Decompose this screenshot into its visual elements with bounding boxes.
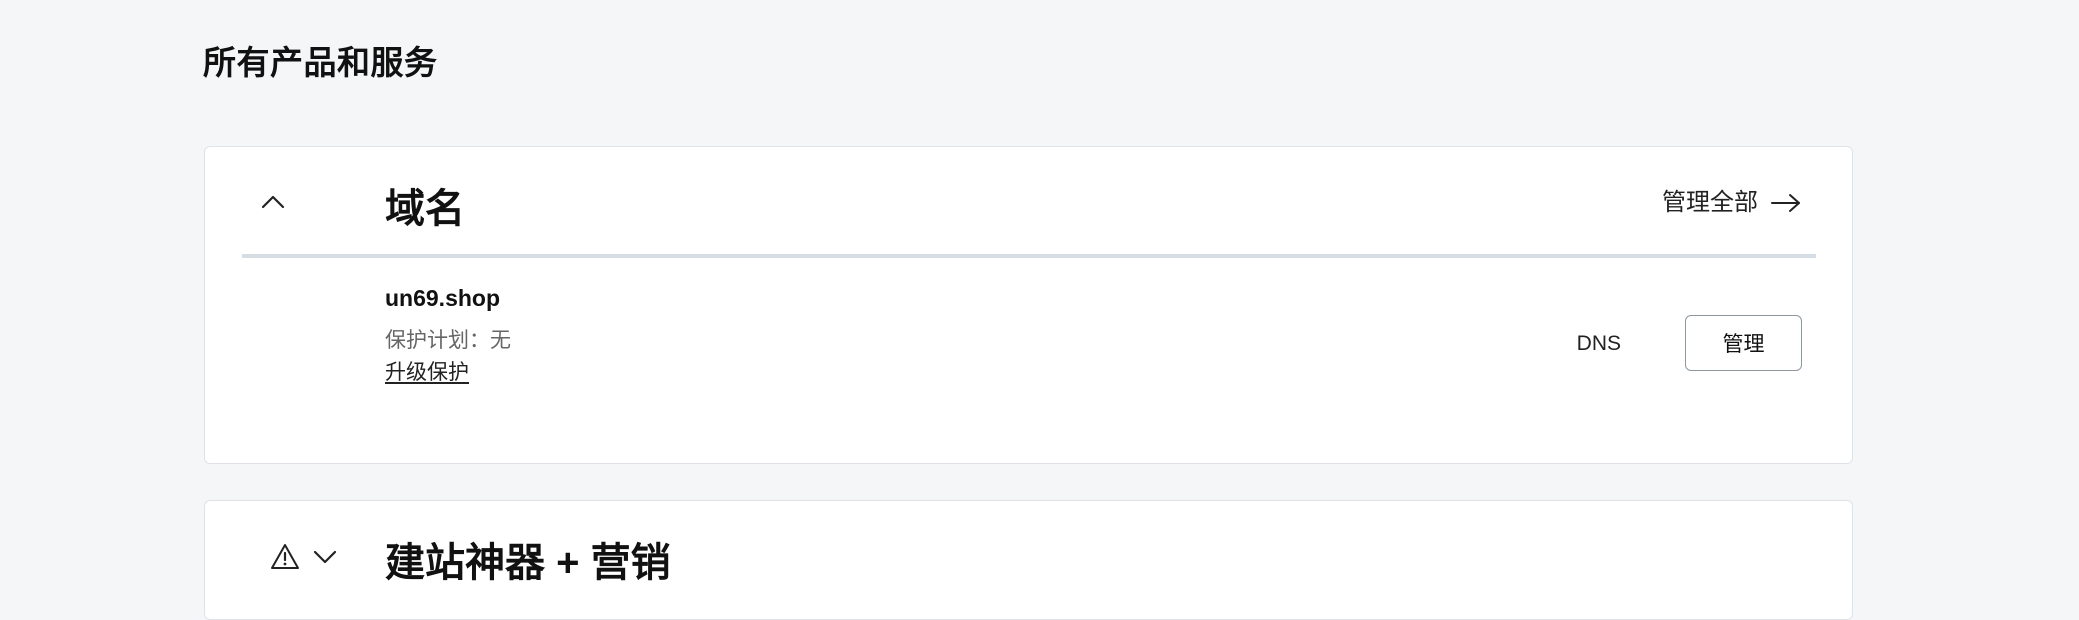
manage-all-label: 管理全部: [1662, 189, 1758, 216]
chevron-down-icon: [313, 550, 337, 564]
chevron-up-icon: [261, 195, 285, 209]
manage-all-link[interactable]: 管理全部: [1662, 187, 1802, 219]
domain-name[interactable]: un69.shop: [385, 283, 500, 313]
section-divider: [242, 254, 1816, 258]
manage-domain-button[interactable]: 管理: [1685, 315, 1802, 371]
domains-section-title: 域名: [385, 187, 465, 231]
builder-section-title: 建站神器 + 营销: [385, 541, 671, 585]
protection-plan-text: 保护计划：无: [385, 329, 511, 352]
website-builder-card: 建站神器 + 营销: [204, 500, 1853, 620]
warning-triangle-icon: [269, 541, 301, 573]
page-title: 所有产品和服务: [203, 44, 438, 81]
domain-list-item: un69.shop 保护计划：无 升级保护 DNS 管理: [385, 283, 1802, 423]
upgrade-protection-link[interactable]: 升级保护: [385, 359, 469, 387]
collapse-domains-button[interactable]: [255, 184, 291, 220]
arrow-right-icon: [1771, 194, 1800, 212]
expand-builder-button[interactable]: [307, 539, 343, 575]
dns-link[interactable]: DNS: [1577, 330, 1621, 358]
domains-card: 域名 管理全部 un69.shop 保护计划：无 升级保护 DNS 管理: [204, 146, 1853, 464]
